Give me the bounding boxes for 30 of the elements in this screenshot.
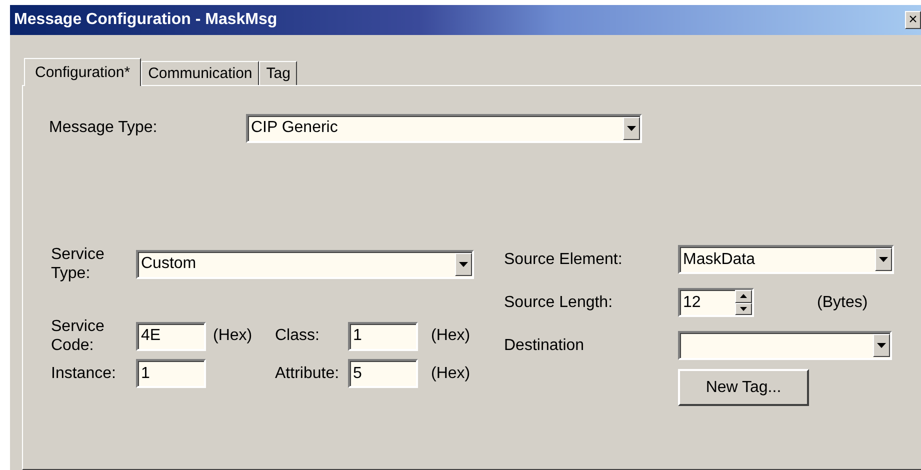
field-label: Service Type:	[51, 245, 106, 283]
unit-label: (Bytes)	[817, 294, 868, 312]
close-button[interactable]: ×	[905, 11, 921, 29]
tab[interactable]: Communication	[141, 61, 260, 85]
window-title: Message Configuration - MaskMsg	[13, 11, 278, 29]
unit-label: (Hex)	[431, 364, 470, 382]
field-label: Service Code:	[51, 317, 106, 355]
input-field[interactable]: 4E	[136, 322, 206, 350]
tab[interactable]: Configuration*	[24, 58, 142, 86]
field-label: Source Length:	[504, 294, 614, 312]
tab[interactable]: Tag	[259, 61, 298, 85]
new-tag-button[interactable]: New Tag...	[678, 369, 809, 406]
field-label: Instance:	[51, 364, 117, 382]
unit-label: (Hex)	[213, 327, 254, 345]
message-type-dropdown[interactable]: CIP Generic	[246, 114, 642, 142]
field-label: Attribute:	[275, 364, 340, 382]
field-label: Destination	[504, 336, 586, 354]
field-label: Source Element:	[504, 250, 624, 268]
destination-dropdown[interactable]	[678, 331, 892, 360]
input-field[interactable]: 5	[348, 359, 418, 388]
source-element-dropdown[interactable]: MaskData	[678, 245, 894, 274]
input-field[interactable]: 1	[348, 322, 418, 350]
service-type-dropdown[interactable]: Custom	[136, 250, 474, 278]
unit-label: (Hex)	[431, 327, 470, 345]
input-field[interactable]: 1	[136, 359, 206, 388]
field-label: Message Type:	[49, 119, 158, 137]
spin-up-icon[interactable]	[735, 290, 752, 302]
spin-field[interactable]: 12	[678, 288, 754, 317]
spin-down-icon[interactable]	[735, 302, 752, 315]
field-label: Class:	[275, 327, 320, 345]
